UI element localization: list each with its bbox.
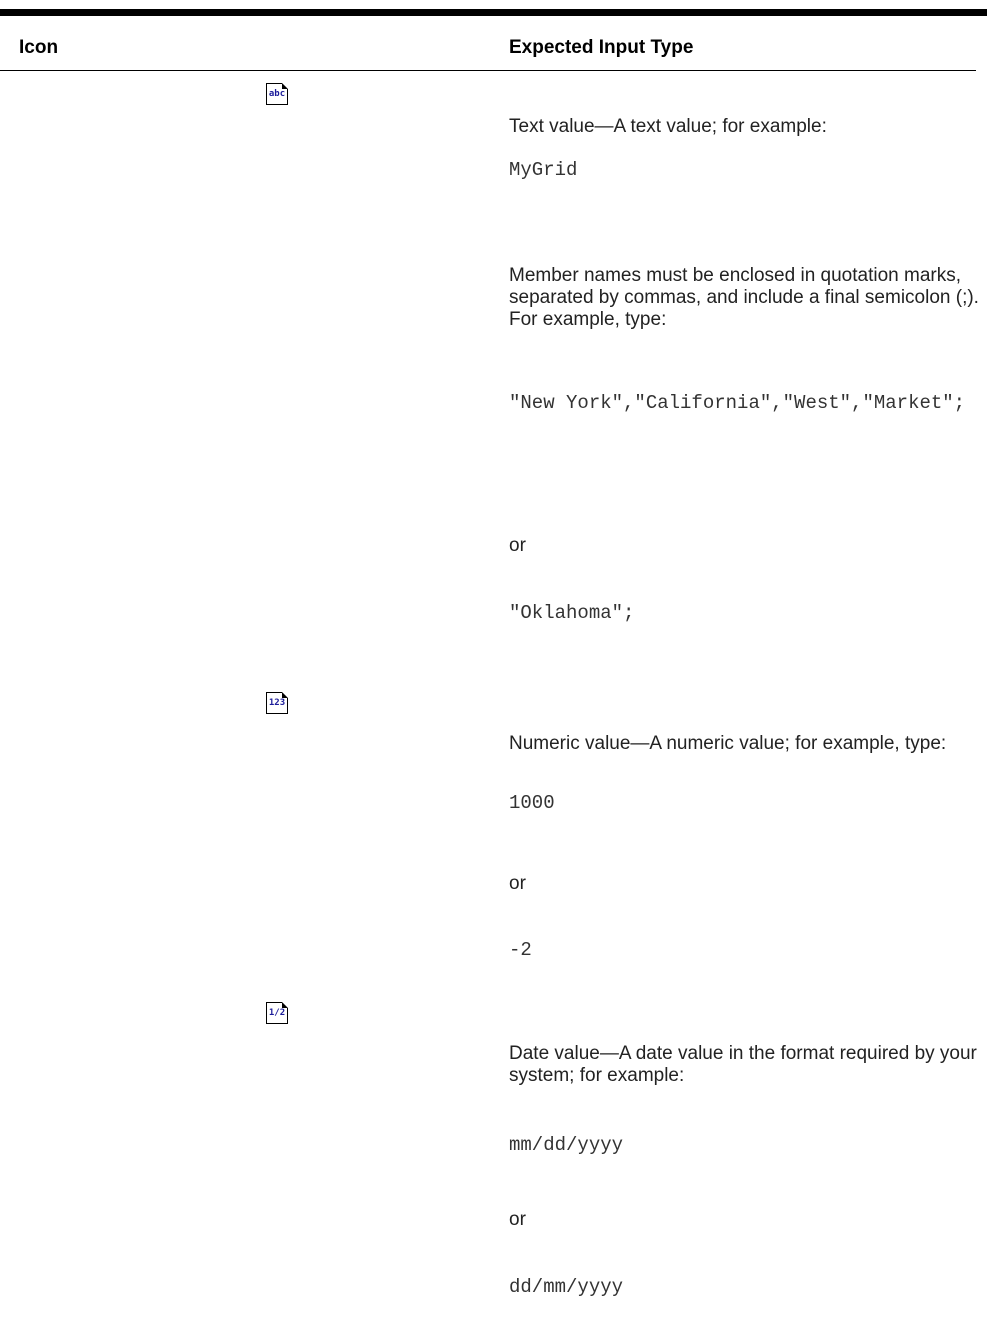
- text-value-example: MyGrid: [509, 159, 578, 181]
- date-value-or-label: or: [509, 1209, 526, 1230]
- column-header-expected-input-type: Expected Input Type: [509, 37, 694, 58]
- date-value-example-mdy: mm/dd/yyyy: [509, 1134, 624, 1156]
- numeric-value-icon: 123: [266, 692, 288, 714]
- text-value-note: Member names must be enclosed in quotati…: [509, 265, 979, 330]
- numeric-value-icon-glyph: 123: [268, 697, 286, 708]
- numeric-value-description: Numeric value—A numeric value; for examp…: [509, 733, 947, 754]
- date-value-icon: 1/2: [266, 1002, 288, 1024]
- table-top-rule: [0, 9, 987, 16]
- text-value-example-members-text: "New York","California","West","Market";: [509, 392, 966, 414]
- column-header-icon: Icon: [19, 37, 59, 58]
- text-value-or-label: or: [509, 535, 526, 556]
- header-divider: [0, 70, 976, 71]
- numeric-value-example-negative: -2: [509, 939, 532, 961]
- text-value-example-single: "Oklahoma";: [509, 602, 635, 624]
- date-value-icon-glyph: 1/2: [268, 1007, 286, 1018]
- text-value-icon-glyph: abc: [268, 88, 286, 99]
- text-value-icon: abc: [266, 83, 288, 105]
- date-value-example-dmy: dd/mm/yyyy: [509, 1276, 624, 1298]
- text-value-example-members: "New York","California","West","Market";: [509, 390, 969, 417]
- text-value-description: Text value—A text value; for example:: [509, 116, 827, 137]
- numeric-value-example: 1000: [509, 792, 555, 814]
- numeric-value-or-label: or: [509, 873, 526, 894]
- date-value-description: Date value—A date value in the format re…: [509, 1043, 977, 1086]
